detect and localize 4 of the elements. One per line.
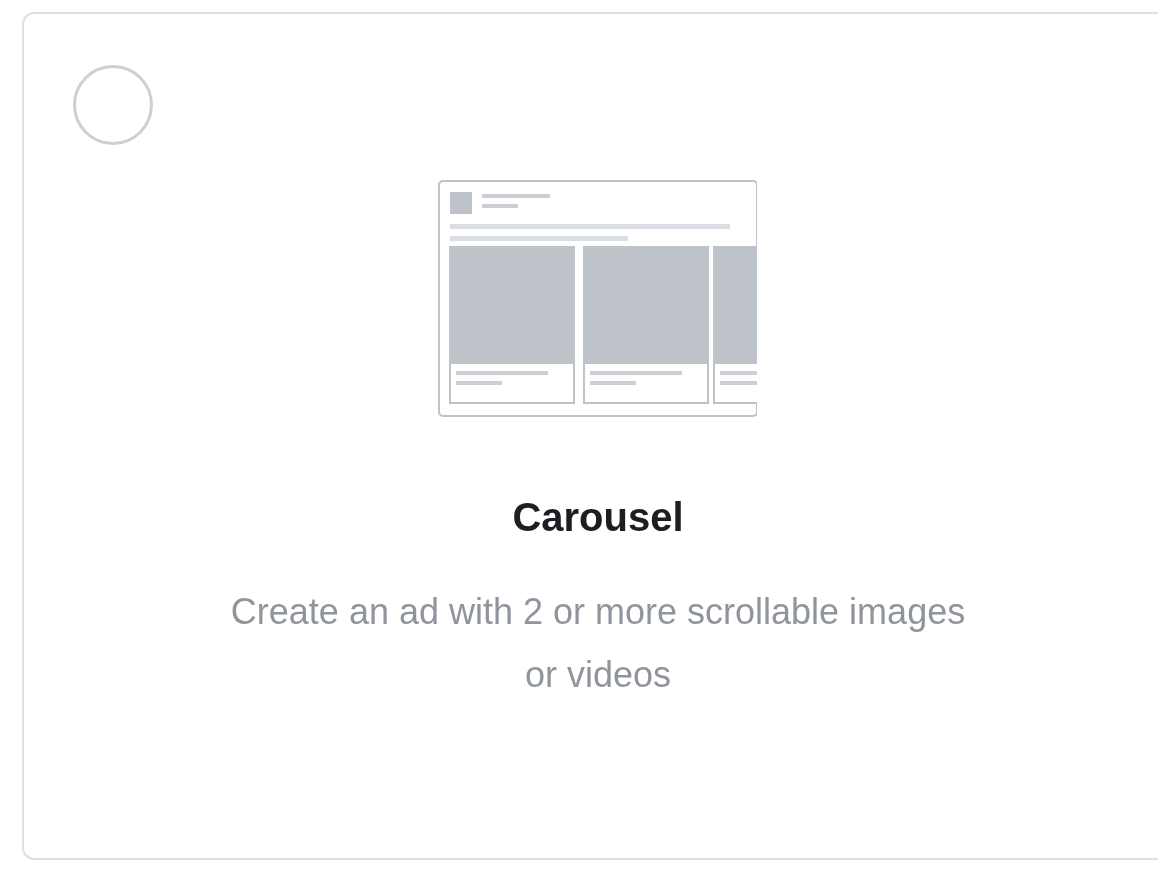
- option-title: Carousel: [512, 495, 684, 540]
- radio-button[interactable]: [73, 65, 153, 145]
- option-description: Create an ad with 2 or more scrollable images or videos: [229, 590, 967, 697]
- ad-format-card[interactable]: Carousel Create an ad with 2 or more scrollable images or videos: [22, 12, 1158, 860]
